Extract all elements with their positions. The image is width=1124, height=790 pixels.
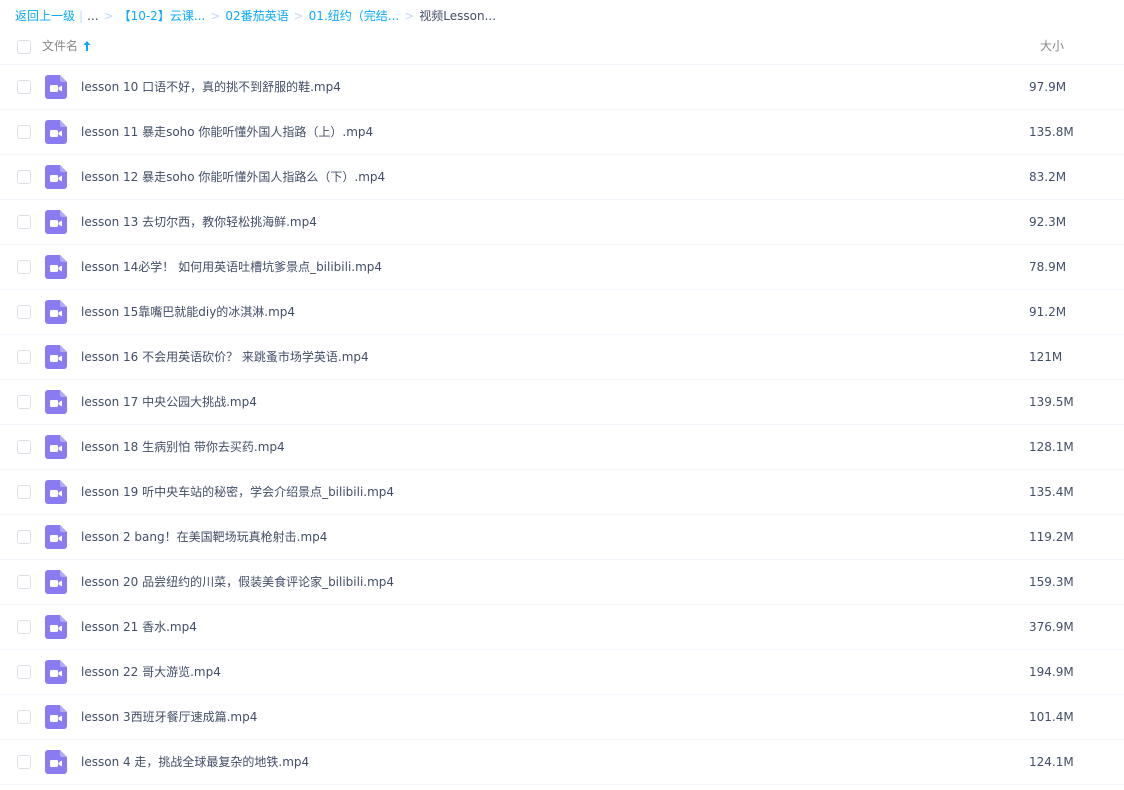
chevron-right-icon: > — [103, 9, 114, 23]
file-size: 83.2M — [1029, 170, 1067, 184]
file-size: 101.4M — [1029, 710, 1074, 724]
file-name[interactable]: lesson 17 中央公园大挑战.mp4 — [81, 380, 257, 424]
file-size: 121M — [1029, 350, 1063, 364]
file-row[interactable]: lesson 15靠嘴巴就能diy的冰淇淋.mp4 91.2M — [0, 290, 1124, 335]
select-all-checkbox[interactable] — [17, 40, 31, 54]
file-row[interactable]: lesson 20 品尝纽约的川菜，假装美食评论家_bilibili.mp4 15… — [0, 560, 1124, 605]
chevron-right-icon: > — [404, 9, 415, 23]
file-size: 91.2M — [1029, 305, 1067, 319]
video-file-icon — [45, 165, 67, 189]
file-name[interactable]: lesson 14必学！ 如何用英语吐槽坑爹景点_bilibili.mp4 — [81, 245, 382, 289]
divider: | — [79, 9, 84, 23]
file-size: 78.9M — [1029, 260, 1067, 274]
file-name[interactable]: lesson 12 暴走soho 你能听懂外国人指路么（下）.mp4 — [81, 155, 385, 199]
video-file-icon — [45, 750, 67, 774]
file-name[interactable]: lesson 15靠嘴巴就能diy的冰淇淋.mp4 — [81, 290, 295, 334]
file-size: 128.1M — [1029, 440, 1074, 454]
file-size: 92.3M — [1029, 215, 1067, 229]
file-name[interactable]: lesson 4 走，挑战全球最复杂的地铁.mp4 — [81, 740, 309, 784]
file-name[interactable]: lesson 13 去切尔西，教你轻松挑海鲜.mp4 — [81, 200, 317, 244]
file-size: 194.9M — [1029, 665, 1074, 679]
row-checkbox[interactable] — [17, 485, 31, 499]
video-file-icon — [45, 705, 67, 729]
file-row[interactable]: lesson 18 生病别怕 带你去买药.mp4 128.1M — [0, 425, 1124, 470]
breadcrumb-item[interactable]: 02番茄英语 — [225, 6, 288, 26]
file-name[interactable]: lesson 3西班牙餐厅速成篇.mp4 — [81, 695, 257, 739]
file-size: 159.3M — [1029, 575, 1074, 589]
row-checkbox[interactable] — [17, 215, 31, 229]
file-name[interactable]: lesson 21 香水.mp4 — [81, 605, 197, 649]
video-file-icon — [45, 75, 67, 99]
file-size: 139.5M — [1029, 395, 1074, 409]
video-file-icon — [45, 255, 67, 279]
file-size: 119.2M — [1029, 530, 1074, 544]
file-name[interactable]: lesson 18 生病别怕 带你去买药.mp4 — [81, 425, 285, 469]
file-row[interactable]: lesson 21 香水.mp4 376.9M — [0, 605, 1124, 650]
file-name[interactable]: lesson 20 品尝纽约的川菜，假装美食评论家_bilibili.mp4 — [81, 560, 394, 604]
file-name[interactable]: lesson 11 暴走soho 你能听懂外国人指路（上）.mp4 — [81, 110, 373, 154]
file-row[interactable]: lesson 4 走，挑战全球最复杂的地铁.mp4 124.1M — [0, 740, 1124, 785]
file-row[interactable]: lesson 14必学！ 如何用英语吐槽坑爹景点_bilibili.mp4 78.… — [0, 245, 1124, 290]
video-file-icon — [45, 210, 67, 234]
breadcrumb-current: 视频Lesson... — [419, 9, 497, 23]
file-row[interactable]: lesson 12 暴走soho 你能听懂外国人指路么（下）.mp4 83.2M — [0, 155, 1124, 200]
video-file-icon — [45, 435, 67, 459]
row-checkbox[interactable] — [17, 665, 31, 679]
video-file-icon — [45, 660, 67, 684]
file-size: 124.1M — [1029, 755, 1074, 769]
breadcrumb: 返回上一级 | ... > 【10-2】云课... > 02番茄英语 > 01.… — [15, 6, 496, 26]
video-file-icon — [45, 525, 67, 549]
file-size: 135.8M — [1029, 125, 1074, 139]
video-file-icon — [45, 615, 67, 639]
row-checkbox[interactable] — [17, 125, 31, 139]
file-row[interactable]: lesson 17 中央公园大挑战.mp4 139.5M — [0, 380, 1124, 425]
video-file-icon — [45, 390, 67, 414]
file-row[interactable]: lesson 11 暴走soho 你能听懂外国人指路（上）.mp4 135.8M — [0, 110, 1124, 155]
row-checkbox[interactable] — [17, 170, 31, 184]
name-column-header[interactable]: 文件名 — [42, 31, 92, 61]
row-checkbox[interactable] — [17, 575, 31, 589]
file-row[interactable]: lesson 2 bang！在美国靶场玩真枪射击.mp4 119.2M — [0, 515, 1124, 560]
breadcrumb-item[interactable]: 【10-2】云课... — [119, 6, 206, 26]
file-name[interactable]: lesson 16 不会用英语砍价？ 来跳蚤市场学英语.mp4 — [81, 335, 369, 379]
row-checkbox[interactable] — [17, 710, 31, 724]
arrow-up-icon — [83, 41, 91, 51]
row-checkbox[interactable] — [17, 530, 31, 544]
row-checkbox[interactable] — [17, 395, 31, 409]
file-name[interactable]: lesson 10 口语不好，真的挑不到舒服的鞋.mp4 — [81, 65, 341, 109]
video-file-icon — [45, 345, 67, 369]
chevron-right-icon: > — [210, 9, 221, 23]
row-checkbox[interactable] — [17, 260, 31, 274]
file-size: 376.9M — [1029, 620, 1074, 634]
row-checkbox[interactable] — [17, 755, 31, 769]
file-row[interactable]: lesson 3西班牙餐厅速成篇.mp4 101.4M — [0, 695, 1124, 740]
file-size: 135.4M — [1029, 485, 1074, 499]
file-size: 97.9M — [1029, 80, 1067, 94]
back-link[interactable]: 返回上一级 — [15, 6, 75, 26]
row-checkbox[interactable] — [17, 620, 31, 634]
size-column-header[interactable]: 大小 — [1040, 31, 1064, 61]
file-name[interactable]: lesson 2 bang！在美国靶场玩真枪射击.mp4 — [81, 515, 327, 559]
file-row[interactable]: lesson 22 哥大游览.mp4 194.9M — [0, 650, 1124, 695]
file-name[interactable]: lesson 19 听中央车站的秘密，学会介绍景点_bilibili.mp4 — [81, 470, 394, 514]
file-row[interactable]: lesson 16 不会用英语砍价？ 来跳蚤市场学英语.mp4 121M — [0, 335, 1124, 380]
video-file-icon — [45, 120, 67, 144]
file-row[interactable]: lesson 13 去切尔西，教你轻松挑海鲜.mp4 92.3M — [0, 200, 1124, 245]
row-checkbox[interactable] — [17, 80, 31, 94]
row-checkbox[interactable] — [17, 440, 31, 454]
video-file-icon — [45, 570, 67, 594]
video-file-icon — [45, 480, 67, 504]
name-column-label: 文件名 — [42, 39, 79, 53]
file-row[interactable]: lesson 10 口语不好，真的挑不到舒服的鞋.mp4 97.9M — [0, 65, 1124, 110]
file-list: lesson 10 口语不好，真的挑不到舒服的鞋.mp4 97.9M lesson … — [0, 65, 1124, 785]
file-name[interactable]: lesson 22 哥大游览.mp4 — [81, 650, 221, 694]
video-file-icon — [45, 300, 67, 324]
chevron-right-icon: > — [293, 9, 304, 23]
breadcrumb-item[interactable]: 01.纽约（完结... — [309, 6, 400, 26]
file-row[interactable]: lesson 19 听中央车站的秘密，学会介绍景点_bilibili.mp4 13… — [0, 470, 1124, 515]
row-checkbox[interactable] — [17, 305, 31, 319]
breadcrumb-ellipsis[interactable]: ... — [87, 6, 98, 26]
row-checkbox[interactable] — [17, 350, 31, 364]
file-list-header: 文件名 大小 — [0, 31, 1124, 65]
